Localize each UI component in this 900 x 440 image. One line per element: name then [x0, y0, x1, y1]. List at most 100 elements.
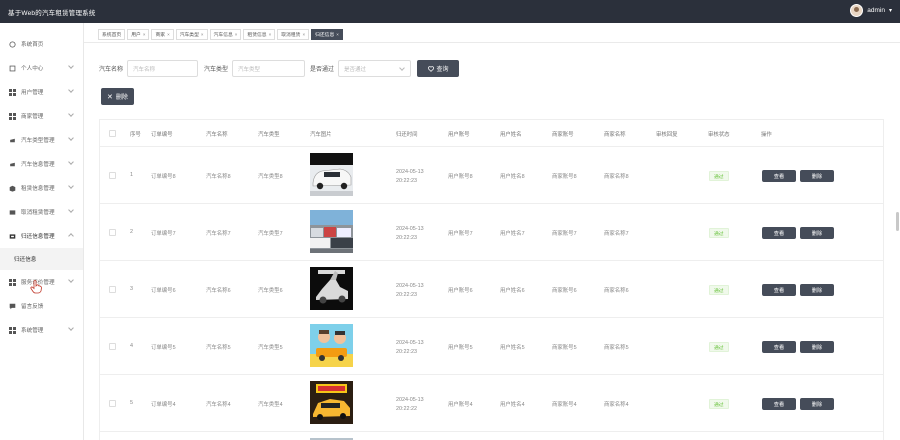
merchant-name: 商家名称5 [604, 345, 629, 351]
user-name: 用户姓名5 [500, 345, 525, 351]
view-button[interactable]: 查看 [762, 284, 796, 296]
chevron-down-icon[interactable]: ▾ [889, 7, 892, 14]
column-header: 序号 [130, 132, 141, 138]
row-index: 5 [130, 400, 133, 406]
row-index: 4 [130, 343, 133, 349]
car-icon [9, 161, 16, 168]
car-image[interactable] [310, 153, 353, 196]
row-checkbox[interactable] [109, 400, 116, 407]
sidebar-item-label: 系统管理 [21, 328, 44, 334]
delete-button[interactable]: 删除 [800, 284, 834, 296]
view-button[interactable]: 查看 [762, 170, 796, 182]
merchant-account: 商家账号8 [552, 174, 577, 180]
heart-icon [427, 65, 434, 72]
order-number: 订单编号5 [151, 345, 176, 351]
table-header: 序号 订单编号 汽车名称 汽车类型 汽车图片 归还时间 用户账号 用户姓名 商家账号 商家名称 审核… [100, 120, 883, 147]
sidebar-item-label: 个人中心 [21, 66, 44, 72]
sidebar-item[interactable]: 商家管理 [0, 104, 83, 128]
tab[interactable]: 汽车信息 × [209, 29, 242, 40]
row-index: 2 [130, 229, 133, 235]
car-name: 汽车名称7 [206, 231, 231, 237]
close-icon[interactable]: × [143, 32, 146, 37]
car-name-input[interactable]: 汽车名称 [127, 60, 199, 77]
row-checkbox[interactable] [109, 343, 116, 350]
sidebar-item[interactable]: 归还信息管理 [0, 224, 83, 248]
return-time: 2024-05-13 20:22:23 [396, 340, 424, 355]
close-icon[interactable]: × [201, 32, 204, 37]
sidebar-item[interactable]: 汽车信息管理 [0, 152, 83, 176]
row-checkbox[interactable] [109, 229, 116, 236]
return-icon [9, 233, 16, 240]
sidebar-item[interactable]: 用户管理 [0, 80, 83, 104]
user-name[interactable]: admin [867, 7, 885, 14]
return-time: 2024-05-13 20:22:23 [396, 226, 424, 241]
avatar[interactable] [850, 4, 864, 17]
chevron-down-icon [68, 63, 74, 69]
view-button[interactable]: 查看 [762, 227, 796, 239]
tab[interactable]: 汽车类型 × [175, 29, 208, 40]
user-menu[interactable]: admin ▾ [850, 4, 892, 17]
tab[interactable]: 系统首页 [98, 29, 126, 40]
select-all-checkbox[interactable] [109, 130, 116, 137]
scrollbar[interactable] [896, 212, 899, 231]
sidebar-item[interactable]: 汽车类型管理 [0, 128, 83, 152]
table-row: 4 订单编号5 汽车名称5 汽车类型5 2024-05-13 20:22:23 用户账号5… [100, 318, 883, 375]
close-icon[interactable]: × [167, 32, 170, 37]
approved-select[interactable]: 是否通过 [338, 60, 412, 77]
row-checkbox[interactable] [109, 172, 116, 179]
query-button[interactable]: 查询 [417, 60, 460, 77]
sidebar-item[interactable]: 留言反馈 [0, 294, 83, 318]
batch-delete-button[interactable]: ✕ 删除 [101, 88, 134, 105]
row-checkbox[interactable] [109, 286, 116, 293]
sidebar-subitem-return-info[interactable]: 归还信息 [0, 248, 83, 270]
status-badge: 通过 [709, 228, 729, 238]
merchant-name: 商家名称6 [604, 288, 629, 294]
column-header: 用户账号 [448, 132, 470, 138]
status-badge: 通过 [709, 171, 729, 181]
sidebar-item[interactable]: 取消租赁管理 [0, 200, 83, 224]
view-button[interactable]: 查看 [762, 398, 796, 410]
status-badge: 通过 [709, 285, 729, 295]
sidebar-item[interactable]: 系统首页 [0, 32, 83, 56]
tab[interactable]: 商家 × [151, 29, 174, 40]
car-image[interactable] [310, 324, 353, 367]
delete-button[interactable]: 删除 [800, 170, 834, 182]
close-icon[interactable]: × [336, 32, 339, 37]
sidebar-item-label: 汽车类型管理 [21, 138, 55, 144]
delete-button[interactable]: 删除 [800, 341, 834, 353]
cancel-icon [9, 209, 16, 216]
user-name: 用户姓名6 [500, 288, 525, 294]
row-index: 3 [130, 286, 133, 292]
status-badge: 通过 [709, 399, 729, 409]
sidebar-item-label: 归还信息管理 [21, 234, 55, 240]
tab[interactable]: 用户 × [127, 29, 150, 40]
sidebar-item-label: 系统首页 [21, 42, 44, 48]
sidebar-item[interactable]: 系统管理 [0, 318, 83, 342]
view-button[interactable]: 查看 [762, 341, 796, 353]
tab[interactable]: 租赁信息 × [243, 29, 276, 40]
column-header: 商家账号 [552, 132, 574, 138]
sidebar-item[interactable]: 租赁信息管理 [0, 176, 83, 200]
approved-label: 是否通过 [310, 67, 335, 73]
column-header: 汽车图片 [310, 132, 332, 138]
close-icon[interactable]: × [269, 32, 272, 37]
car-type-input[interactable]: 汽车类型 [232, 60, 306, 77]
merchant-account: 商家账号5 [552, 345, 577, 351]
tab[interactable]: 取消租赁 × [277, 29, 310, 40]
column-header: 用户姓名 [500, 132, 522, 138]
car-image[interactable] [310, 381, 353, 424]
car-image[interactable] [310, 210, 353, 253]
tab[interactable]: 归还信息 × [311, 29, 343, 40]
sidebar-item[interactable]: 个人中心 [0, 56, 83, 80]
close-icon[interactable]: × [302, 32, 305, 37]
grid-icon [9, 326, 16, 334]
delete-button[interactable]: 删除 [800, 227, 834, 239]
user-account: 用户账号4 [448, 402, 473, 408]
tab-bar: 系统首页 用户 × 商家 × 汽车类型 × 汽车信息 × 租赁信息 × 取消租赁 × 归还信息 × [98, 29, 343, 40]
user-name: 用户姓名8 [500, 174, 525, 180]
merchant-account: 商家账号6 [552, 288, 577, 294]
delete-button[interactable]: 删除 [800, 398, 834, 410]
close-icon[interactable]: × [235, 32, 238, 37]
car-image[interactable] [310, 267, 353, 310]
column-header: 商家名称 [604, 132, 626, 138]
